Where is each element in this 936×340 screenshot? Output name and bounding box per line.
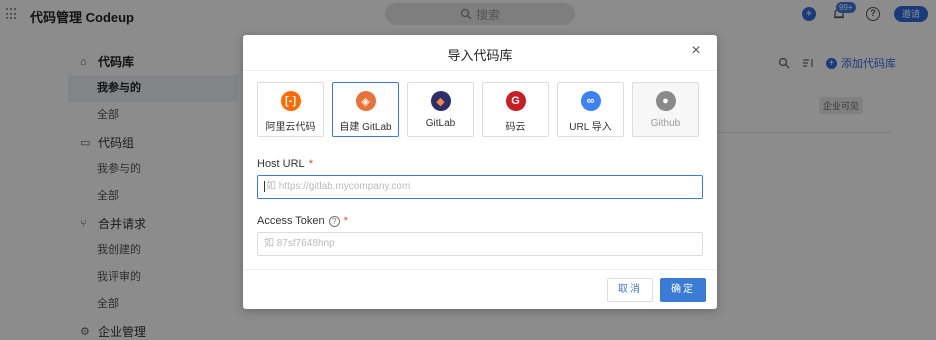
footer-divider: [243, 269, 717, 270]
access-token-label-text: Access Token: [257, 215, 325, 227]
access-token-placeholder: 如 87sf7648hnp: [264, 238, 335, 249]
access-token-label: Access Token ? *: [257, 215, 348, 227]
cancel-button[interactable]: 取消: [607, 278, 653, 302]
source-label: URL 导入: [569, 122, 612, 133]
source-label: GitLab: [425, 118, 456, 129]
source-gitee[interactable]: G 码云: [482, 82, 549, 137]
source-aliyun[interactable]: [-] 阿里云代码: [257, 82, 324, 137]
github-icon: ●: [655, 91, 676, 111]
gitlab-icon: ◆: [430, 91, 451, 111]
host-url-placeholder: 如 https://gitlab.mycompany.com: [266, 181, 411, 192]
required-mark: *: [343, 215, 348, 227]
link-icon: ∞: [580, 91, 601, 111]
source-url[interactable]: ∞ URL 导入: [557, 82, 624, 137]
source-label: Github: [650, 118, 681, 129]
import-repo-dialog: 导入代码库 × [-] 阿里云代码 ◈ 自建 GitLab ◆ GitLab G…: [243, 35, 717, 309]
gitee-icon: G: [505, 91, 526, 111]
host-url-label: Host URL *: [257, 158, 313, 170]
dialog-title: 导入代码库: [447, 48, 513, 63]
import-source-list: [-] 阿里云代码 ◈ 自建 GitLab ◆ GitLab G 码云 ∞ UR…: [257, 82, 699, 137]
source-gitlab[interactable]: ◆ GitLab: [407, 82, 474, 137]
dialog-divider: [243, 70, 717, 71]
source-label: 码云: [505, 122, 526, 133]
confirm-button[interactable]: 确定: [660, 278, 706, 302]
source-label: 阿里云代码: [265, 122, 316, 133]
required-mark: *: [308, 158, 313, 170]
text-caret: [264, 180, 265, 192]
source-self-gitlab[interactable]: ◈ 自建 GitLab: [332, 82, 399, 137]
host-url-label-text: Host URL: [257, 158, 305, 170]
aliyun-icon: [-]: [280, 91, 301, 111]
gitlab-self-icon: ◈: [355, 91, 376, 111]
close-icon[interactable]: ×: [688, 43, 704, 59]
source-github: ● Github: [632, 82, 699, 137]
access-token-input[interactable]: 如 87sf7648hnp: [257, 232, 703, 256]
host-url-input[interactable]: 如 https://gitlab.mycompany.com: [257, 175, 703, 199]
question-icon[interactable]: ?: [328, 215, 340, 227]
source-label: 自建 GitLab: [339, 122, 392, 133]
